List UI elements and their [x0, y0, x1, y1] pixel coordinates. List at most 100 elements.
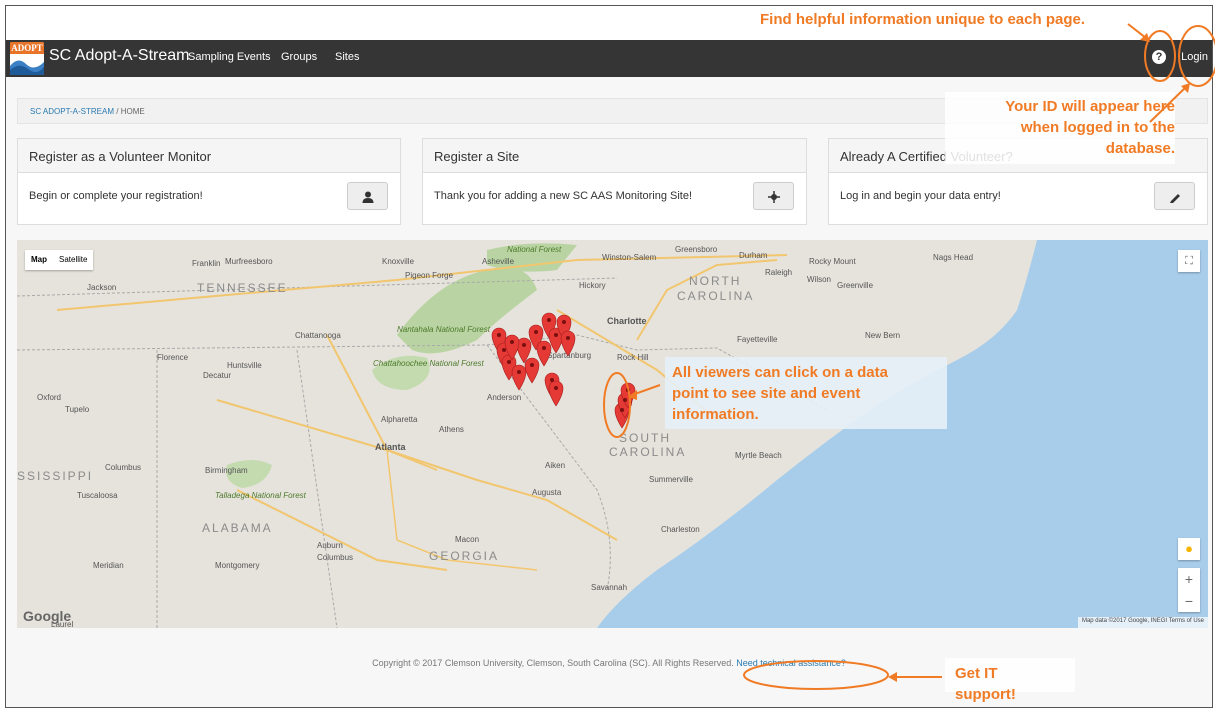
fullscreen-icon[interactable]: ⛶	[1178, 250, 1200, 272]
nav-sampling-events[interactable]: Sampling Events	[188, 51, 271, 63]
panel-title: Register a Site	[423, 139, 806, 173]
navbar: ADOPT SC Adopt-A-Stream Sampling Events …	[6, 40, 1212, 77]
annotation-login: Your ID will appear here when logged in …	[985, 96, 1175, 159]
panel-title: Register as a Volunteer Monitor	[18, 139, 400, 173]
city-nags-head: Nags Head	[933, 253, 973, 262]
city-jackson: Jackson	[87, 283, 116, 292]
panel-text: Begin or complete your registration!	[29, 190, 203, 202]
city-fayetteville: Fayetteville	[737, 335, 778, 344]
copyright-text: Copyright © 2017 Clemson University, Cle…	[372, 658, 734, 668]
label-nantahala: Nantahala National Forest	[397, 325, 491, 334]
panel-volunteer: Register as a Volunteer Monitor Begin or…	[17, 138, 401, 225]
city-atlanta: Atlanta	[375, 442, 406, 452]
label-nc-2: CAROLINA	[677, 289, 754, 303]
city-macon: Macon	[455, 535, 479, 544]
breadcrumb-separator: /	[116, 107, 119, 116]
city-chattanooga: Chattanooga	[295, 331, 341, 340]
breadcrumb-root[interactable]: SC ADOPT-A-STREAM	[30, 107, 114, 116]
city-huntsville: Huntsville	[227, 361, 262, 370]
crosshair-icon	[767, 190, 780, 203]
city-alpharetta: Alpharetta	[381, 415, 418, 424]
label-alabama: ALABAMA	[202, 521, 273, 535]
city-knoxville: Knoxville	[382, 257, 415, 266]
map-canvas[interactable]: TENNESSEE NORTH CAROLINA SOUTH CAROLINA …	[17, 240, 1208, 628]
city-montgomery: Montgomery	[215, 561, 259, 570]
city-athens: Athens	[439, 425, 464, 434]
city-myrtle-beach: Myrtle Beach	[735, 451, 782, 460]
city-meridian: Meridian	[93, 561, 124, 570]
city-decatur: Decatur	[203, 371, 231, 380]
register-volunteer-button[interactable]	[347, 182, 388, 210]
map-type-satellite[interactable]: Satellite	[53, 250, 93, 270]
city-rock-hill: Rock Hill	[617, 353, 649, 362]
label-mississippi: SSISSIPPI	[17, 469, 93, 483]
zoom-out-button[interactable]: −	[1178, 590, 1200, 612]
city-pigeon-forge: Pigeon Forge	[405, 271, 454, 280]
logo-wave-icon	[10, 60, 44, 75]
brand-title[interactable]: SC Adopt-A-Stream	[49, 47, 190, 65]
annotation-map-line-2: point to see site and event	[672, 385, 861, 402]
city-greensboro: Greensboro	[675, 245, 718, 254]
city-augusta: Augusta	[532, 488, 562, 497]
city-greenville: Greenville	[837, 281, 874, 290]
city-summerville: Summerville	[649, 475, 694, 484]
nav-sites[interactable]: Sites	[335, 51, 359, 63]
city-anderson: Anderson	[487, 393, 521, 402]
label-sc-2: CAROLINA	[609, 445, 686, 459]
city-oxford: Oxford	[37, 393, 61, 402]
pencil-icon	[1169, 193, 1180, 203]
annotation-map: All viewers can click on a data point to…	[672, 362, 888, 425]
annotation-map-line-1: All viewers can click on a data	[672, 364, 888, 381]
logo-text: ADOPT	[10, 42, 44, 54]
label-tennessee: TENNESSEE	[197, 281, 288, 295]
google-logo[interactable]: Google	[23, 608, 71, 624]
city-new-bern: New Bern	[865, 331, 900, 340]
annotation-help: Find helpful information unique to each …	[760, 11, 1085, 28]
city-winston-salem: Winston-Salem	[602, 253, 657, 262]
sites-map[interactable]: TENNESSEE NORTH CAROLINA SOUTH CAROLINA …	[17, 240, 1208, 628]
city-auburn: Auburn	[317, 541, 343, 550]
map-attribution[interactable]: Map data ©2017 Google, INEGI Terms of Us…	[1077, 617, 1208, 628]
panel-text: Log in and begin your data entry!	[840, 190, 1001, 202]
technical-assistance-link[interactable]: Need technical assistance?	[736, 658, 846, 668]
city-asheville: Asheville	[482, 257, 515, 266]
label-talladega: Talladega National Forest	[215, 491, 307, 500]
panel-text: Thank you for adding a new SC AAS Monito…	[434, 190, 693, 202]
pegman-icon[interactable]: ●	[1178, 538, 1200, 560]
annotation-support-line-2: support!	[955, 686, 1016, 703]
nav-groups[interactable]: Groups	[281, 51, 317, 63]
city-raleigh: Raleigh	[765, 268, 792, 277]
city-birmingham: Birmingham	[205, 466, 248, 475]
panel-site: Register a Site Thank you for adding a n…	[422, 138, 807, 225]
user-icon	[362, 191, 373, 203]
login-link[interactable]: Login	[1181, 51, 1208, 63]
label-sc-1: SOUTH	[619, 431, 671, 445]
zoom-in-button[interactable]: +	[1178, 568, 1200, 590]
annotation-login-line-2: when logged in to the	[1020, 119, 1175, 136]
annotation-map-line-3: information.	[672, 406, 759, 423]
label-georgia: GEORGIA	[429, 549, 499, 563]
breadcrumb-current: HOME	[120, 107, 145, 116]
city-columbus-ga: Columbus	[317, 553, 353, 562]
city-columbus: Columbus	[105, 463, 141, 472]
annotation-login-line-3: database.	[1105, 140, 1175, 157]
city-aiken: Aiken	[545, 461, 565, 470]
city-savannah: Savannah	[591, 583, 627, 592]
label-nc-1: NORTH	[689, 274, 741, 288]
question-circle-icon[interactable]: ?	[1152, 50, 1166, 64]
label-national-forest: National Forest	[507, 245, 562, 254]
zoom-control: + −	[1178, 568, 1200, 612]
app-logo[interactable]: ADOPT	[10, 42, 44, 75]
city-tupelo: Tupelo	[65, 405, 90, 414]
city-charlotte: Charlotte	[607, 316, 647, 326]
city-tuscaloosa: Tuscaloosa	[77, 491, 118, 500]
annotation-login-line-1: Your ID will appear here	[1005, 98, 1175, 115]
register-site-button[interactable]	[753, 182, 794, 210]
map-type-control: Map Satellite	[25, 250, 94, 270]
map-type-map[interactable]: Map	[25, 250, 53, 270]
city-wilson: Wilson	[807, 275, 831, 284]
city-murfreesboro: Murfreesboro	[225, 257, 273, 266]
annotation-support: Get IT support!	[955, 663, 1016, 705]
city-florence: Florence	[157, 353, 189, 362]
login-data-entry-button[interactable]	[1154, 182, 1195, 210]
